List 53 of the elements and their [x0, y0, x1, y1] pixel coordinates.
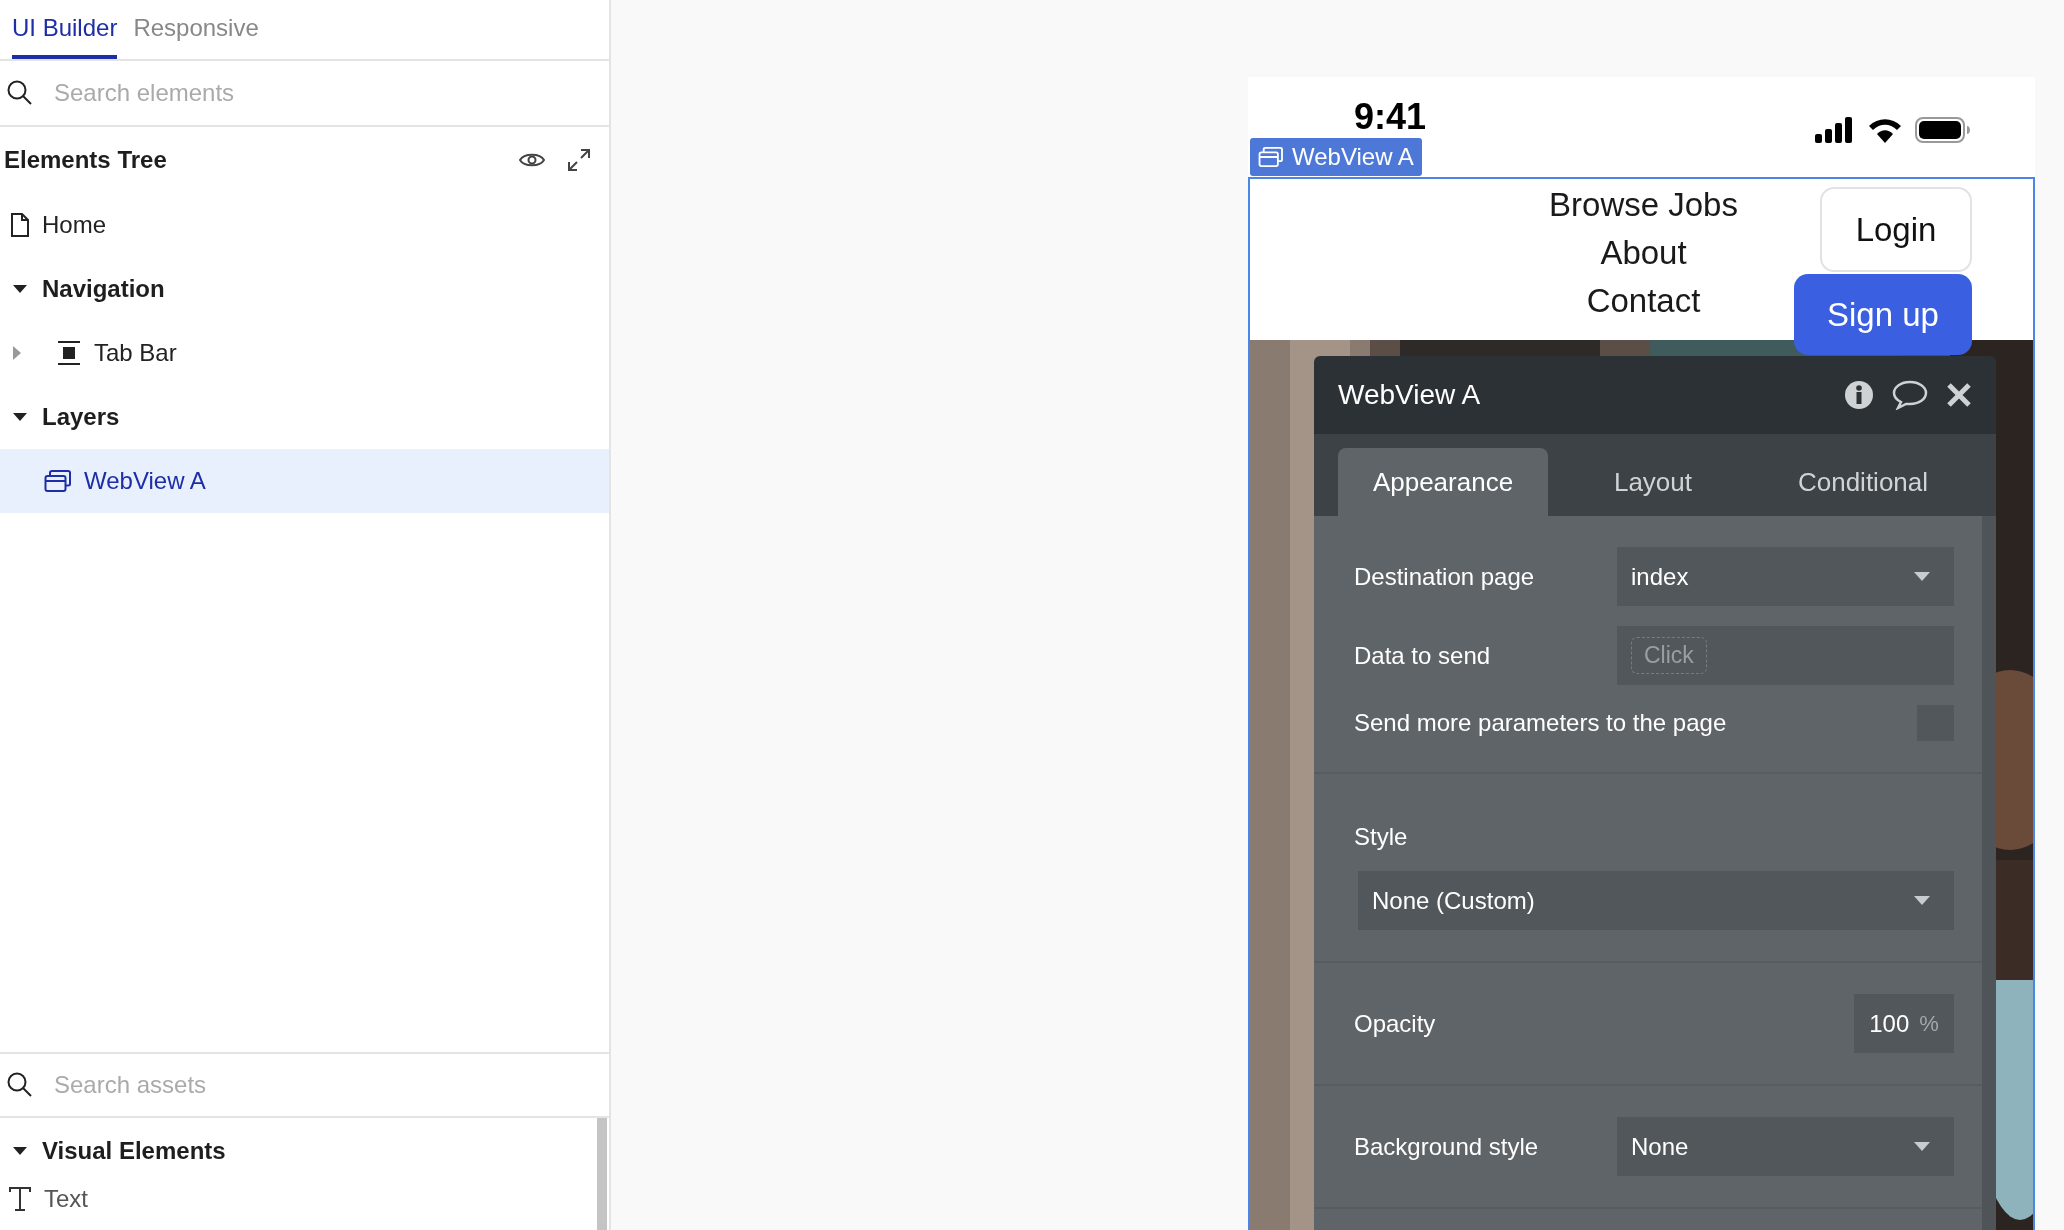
caret-down-icon	[1914, 1142, 1930, 1151]
search-icon	[6, 1071, 34, 1099]
tab[interactable]: Conditional	[1758, 448, 1968, 516]
info-icon[interactable]	[1844, 380, 1874, 410]
group-title: Visual Elements	[42, 1136, 226, 1166]
tab-bar-icon	[56, 340, 82, 366]
scrollbar[interactable]	[597, 1118, 607, 1230]
eye-icon[interactable]	[519, 151, 545, 169]
nav-link[interactable]: Contact	[1586, 277, 1701, 325]
signal-icon	[1815, 117, 1855, 143]
comment-icon[interactable]	[1892, 380, 1928, 410]
field-label: Data to send	[1354, 640, 1491, 671]
window-icon	[1258, 146, 1284, 168]
status-time: 9:41	[1354, 99, 1427, 135]
expand-icon[interactable]	[567, 148, 591, 172]
caret-down-icon[interactable]	[12, 412, 28, 422]
dropdown[interactable]: None	[1617, 1117, 1954, 1176]
caret-down-icon	[1914, 896, 1930, 905]
field-label: Style	[1354, 822, 1409, 852]
tab[interactable]: Responsive	[133, 0, 259, 59]
signup-button[interactable]: Sign up	[1794, 274, 1972, 355]
caret-down-icon[interactable]	[12, 1146, 28, 1156]
window-icon	[44, 469, 72, 493]
scrollbar[interactable]	[1982, 516, 1996, 1230]
nav-link[interactable]: About	[1600, 229, 1687, 277]
close-icon[interactable]	[1946, 382, 1972, 408]
tab[interactable]: Layout	[1548, 448, 1758, 516]
field-label: Opacity	[1354, 1008, 1436, 1039]
field-label: Destination page	[1354, 561, 1535, 592]
panel-title: WebView A	[1338, 378, 1481, 412]
search-field[interactable]: Search assets	[54, 1067, 603, 1103]
login-button[interactable]: Login	[1820, 187, 1972, 272]
element-badge: WebView A	[1250, 138, 1422, 176]
caret-down-icon	[1914, 572, 1930, 581]
search-icon	[6, 79, 34, 107]
wifi-icon	[1867, 117, 1903, 143]
caret-right-icon[interactable]	[12, 345, 22, 361]
field-label: Background style	[1354, 1131, 1539, 1162]
tree-item[interactable]: WebView A	[0, 449, 609, 513]
field-label: Send more parameters to the page	[1354, 708, 1727, 738]
dropdown[interactable]: None (Custom)	[1358, 871, 1954, 930]
panel-title: Elements Tree	[4, 145, 167, 175]
tab[interactable]: Appearance	[1338, 448, 1548, 516]
text-icon	[8, 1186, 32, 1212]
number-field[interactable]: 100 %	[1854, 994, 1954, 1053]
tab[interactable]: UI Builder	[12, 0, 118, 59]
asset-item[interactable]: Text	[0, 1168, 597, 1230]
search-field[interactable]: Search elements	[54, 75, 603, 111]
caret-down-icon[interactable]	[12, 284, 28, 294]
dropdown[interactable]: index	[1617, 547, 1954, 606]
page-icon	[10, 212, 30, 238]
battery-icon	[1915, 117, 1971, 143]
nav-link[interactable]: Browse Jobs	[1549, 181, 1738, 229]
